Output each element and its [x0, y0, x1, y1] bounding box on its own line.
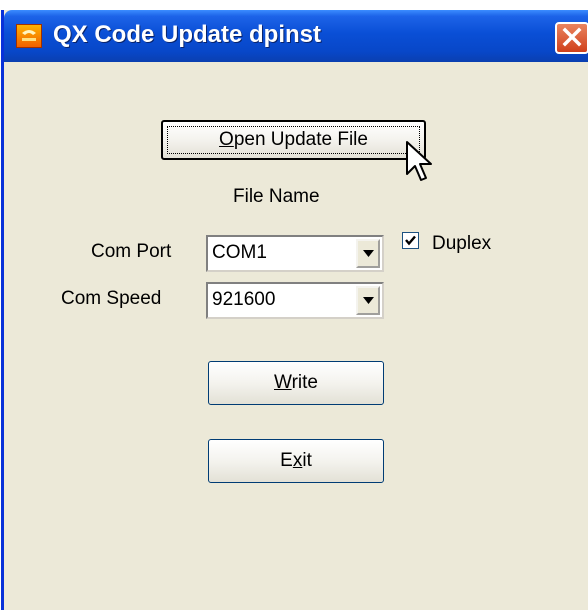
com-port-dropdown-button[interactable] [356, 239, 380, 268]
focus-rect [167, 126, 420, 154]
com-speed-select[interactable]: 921600 [206, 282, 384, 319]
com-speed-dropdown-button[interactable] [356, 286, 380, 315]
app-icon[interactable] [16, 24, 42, 48]
exit-label: Exit [280, 450, 312, 471]
mouse-cursor-icon [406, 141, 432, 181]
close-icon [562, 27, 582, 47]
com-speed-value: 921600 [212, 289, 276, 310]
com-speed-label: Com Speed [61, 288, 162, 309]
window-title: QX Code Update dpinst [53, 21, 322, 48]
file-name-label: File Name [233, 186, 320, 207]
write-label: Write [274, 372, 318, 393]
close-button[interactable] [555, 22, 588, 54]
checkmark-icon [405, 235, 416, 246]
duplex-checkbox[interactable] [402, 232, 419, 249]
com-port-select[interactable]: COM1 [206, 235, 384, 272]
duplex-label[interactable]: Duplex [432, 233, 491, 255]
chevron-down-icon [363, 297, 374, 304]
com-port-label: Com Port [91, 241, 172, 262]
exit-button[interactable]: Exit [208, 439, 384, 483]
title-bar[interactable]: QX Code Update dpinst [4, 10, 588, 62]
chevron-down-icon [363, 250, 374, 257]
com-port-value: COM1 [212, 242, 267, 263]
open-update-file-button[interactable]: Open Update File [161, 120, 426, 160]
write-button[interactable]: Write [208, 361, 384, 405]
